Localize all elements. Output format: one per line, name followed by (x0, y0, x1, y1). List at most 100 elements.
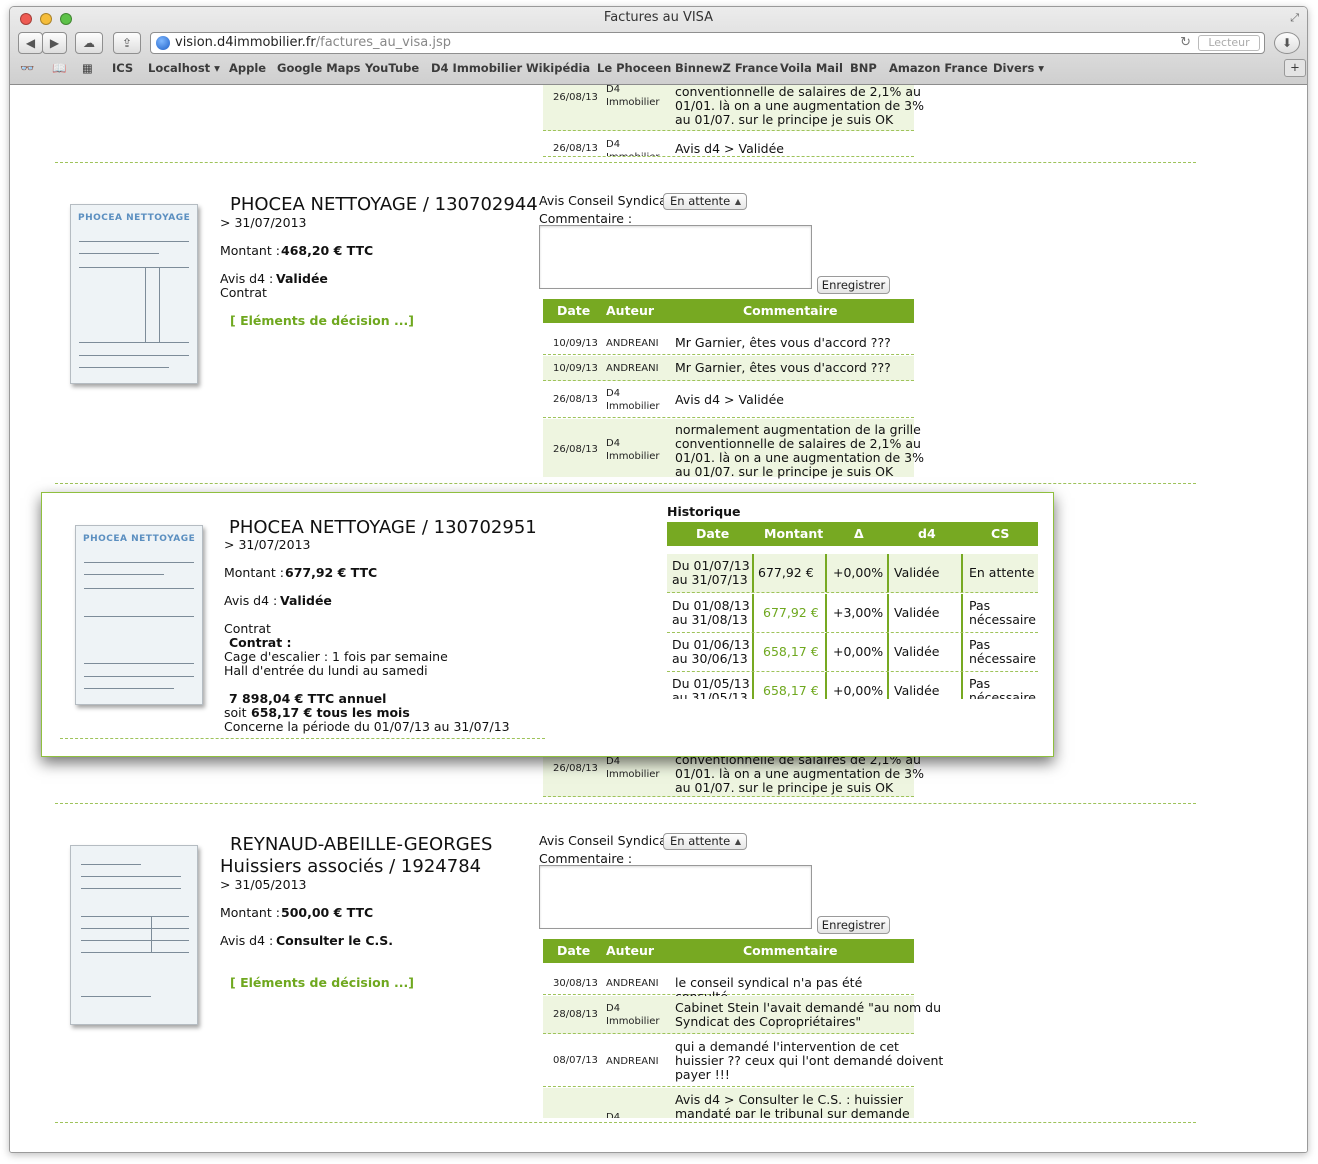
bookmark-youtube[interactable]: YouTube (365, 61, 419, 75)
downloads-button[interactable]: ⬇ (1274, 32, 1300, 54)
divider (55, 1122, 1196, 1123)
bookmark-localhost[interactable]: Localhost ▾ (148, 61, 220, 75)
history-row: Du 01/08/13 au 31/08/13 677,92 € +3,00% … (667, 594, 1038, 633)
history-row: Du 01/07/13 au 31/07/13 677,92 € +0,00% … (667, 554, 1038, 593)
history-row: Du 01/05/13 au 31/05/13 658,17 € +0,00% … (667, 672, 1038, 699)
chevron-updown-icon: ▲ (734, 197, 741, 206)
avis-value: Validée (276, 271, 328, 286)
contrat-heading: Contrat : (229, 635, 292, 650)
invoice-thumbnail[interactable] (70, 845, 198, 1025)
bookmark-d4-immobilier[interactable]: D4 Immobilier (431, 61, 522, 75)
decision-elements-link[interactable]: [ Eléments de décision ...] (230, 975, 414, 990)
bookmark-voila-mail[interactable]: Voila Mail (780, 61, 843, 75)
bookmark-apple[interactable]: Apple (229, 61, 266, 75)
comment-label: Commentaire : (539, 211, 633, 226)
amount-label: Montant : (220, 243, 280, 258)
decision-elements-link[interactable]: [ Eléments de décision ...] (230, 313, 414, 328)
amount-label: Montant : (220, 905, 280, 920)
top-sites-icon[interactable]: ▦ (82, 61, 93, 75)
contrat-label: Contrat (220, 285, 267, 300)
address-bar[interactable]: vision.d4immobilier.fr/factures_au_visa.… (150, 32, 1265, 54)
cloud-icon: ☁ (83, 36, 95, 50)
divider (55, 483, 1196, 484)
table-row: 26/08/13 D4 Immobilier Avis d4 > Validée (543, 131, 914, 157)
divider (60, 738, 545, 739)
table-row: 10/09/13 ANDREANI Mr Garnier, êtes vous … (543, 356, 914, 381)
browser-toolbar: Factures au VISA ⤢ ◀ ▶ ☁ ⇪ vision.d4immo… (10, 7, 1307, 85)
bookmarks-bar: 👓 📖 ▦ ICS Localhost ▾ Apple Google Maps … (10, 59, 1307, 79)
bookmark-amazon[interactable]: Amazon France (889, 61, 988, 75)
new-tab-button[interactable]: + (1284, 59, 1306, 77)
save-button[interactable]: Enregistrer (817, 916, 890, 934)
share-icon: ⇪ (121, 36, 133, 50)
comment-label: Commentaire : (539, 851, 633, 866)
invoice-title: REYNAUD-ABEILLE-GEORGES (230, 834, 493, 855)
avis-label: Avis d4 : (220, 271, 274, 286)
reader-button[interactable]: Lecteur (1198, 35, 1260, 51)
bookmark-google-maps[interactable]: Google Maps (277, 61, 361, 75)
monthly-amount: 658,17 € tous les mois (251, 705, 410, 720)
avis-label: Avis d4 : (220, 933, 274, 948)
history-title: Historique (667, 504, 741, 519)
avis-label: Avis d4 : (224, 593, 278, 608)
table-row: D4 Avis d4 > Consulter le C.S. : huissie… (543, 1088, 914, 1118)
contract-line: Hall d'entrée du lundi au samedi (224, 663, 428, 678)
invoice-detail-popup[interactable]: PHOCEA NETTOYAGE PHOCEA NETTOYAGE / 1307… (41, 492, 1054, 757)
comments-table-header: Date Auteur Commentaire (543, 299, 914, 323)
forward-button[interactable]: ▶ (42, 32, 67, 54)
bookmark-binnewz[interactable]: BinnewZ France (675, 61, 778, 75)
cs-select[interactable]: En attente ▲ (663, 193, 747, 210)
bookmark-ics[interactable]: ICS (112, 61, 133, 75)
url-path: /factures_au_visa.jsp (315, 35, 451, 50)
table-row: 26/08/13 D4 Immobilier conventionnelle d… (543, 85, 924, 131)
table-row: 28/08/13 D4 Immobilier Cabinet Stein l'a… (543, 996, 941, 1034)
comments-table-header: Date Auteur Commentaire (543, 939, 914, 963)
history-row: Du 01/06/13 au 30/06/13 658,17 € +0,00% … (667, 633, 1038, 672)
url-host: vision.d4immobilier.fr (175, 35, 316, 50)
avis-value: Validée (280, 593, 332, 608)
reload-icon[interactable]: ↻ (1180, 33, 1191, 53)
bookmark-le-phoceen[interactable]: Le Phoceen (597, 61, 671, 75)
invoice-date: > 31/05/2013 (220, 877, 307, 892)
bookmark-bnp[interactable]: BNP (850, 61, 877, 75)
table-row: 26/08/13 D4 Immobilier conventionnelle d… (543, 753, 924, 797)
cs-select[interactable]: En attente ▲ (663, 833, 747, 850)
bookmarks-icon[interactable]: 📖 (52, 61, 66, 75)
invoice-date: > 31/07/2013 (220, 215, 307, 230)
page-content: 26/08/13 D4 Immobilier conventionnelle d… (10, 85, 1307, 1152)
comment-textarea[interactable] (539, 865, 812, 929)
annual-amount: 7 898,04 € TTC annuel (229, 691, 387, 706)
save-button[interactable]: Enregistrer (817, 276, 890, 294)
period-text: Concerne la période du 01/07/13 au 31/07… (224, 719, 510, 734)
divider (55, 803, 1196, 804)
table-row: 26/08/13 D4 Immobilier Avis d4 > Validée (543, 382, 914, 418)
comment-textarea[interactable] (539, 225, 812, 289)
soit-label: soit (224, 705, 247, 720)
avis-value: Consulter le C.S. (276, 933, 394, 948)
download-icon: ⬇ (1281, 36, 1293, 50)
divider (55, 162, 1196, 163)
history-table-body[interactable]: Du 01/07/13 au 31/07/13 677,92 € +0,00% … (667, 550, 1038, 699)
invoice-subtitle: Huissiers associés / 1924784 (220, 856, 482, 877)
amount-value: 677,92 € TTC (285, 565, 378, 580)
bookmark-divers[interactable]: Divers ▾ (993, 61, 1044, 75)
chevron-updown-icon: ▲ (734, 837, 741, 846)
amount-value: 468,20 € TTC (281, 243, 374, 258)
table-row: 10/09/13 ANDREANI Mr Garnier, êtes vous … (543, 330, 914, 355)
share-button[interactable]: ⇪ (113, 32, 141, 54)
amount-value: 500,00 € TTC (281, 905, 374, 920)
history-table-header: Date Montant Δ d4 CS (667, 522, 1038, 546)
invoice-title: PHOCEA NETTOYAGE / 130702951 (229, 517, 537, 538)
bookmark-wikipedia[interactable]: Wikipédia (526, 61, 590, 75)
icloud-tabs-button[interactable]: ☁ (75, 32, 103, 54)
cs-label: Avis Conseil Syndical : (539, 193, 679, 208)
invoice-thumbnail[interactable]: PHOCEA NETTOYAGE (70, 204, 198, 384)
window-title: Factures au VISA (603, 10, 714, 25)
table-row: 30/08/13 ANDREANI le conseil syndical n'… (543, 970, 914, 1004)
back-button[interactable]: ◀ (18, 32, 43, 54)
table-row: 08/07/13 ANDREANI qui a demandé l'interv… (543, 1035, 943, 1087)
invoice-thumbnail[interactable]: PHOCEA NETTOYAGE (75, 525, 203, 705)
contract-line: Cage d'escalier : 1 fois par semaine (224, 649, 448, 664)
reading-list-icon[interactable]: 👓 (20, 61, 34, 75)
fullscreen-icon[interactable]: ⤢ (1290, 11, 1299, 25)
